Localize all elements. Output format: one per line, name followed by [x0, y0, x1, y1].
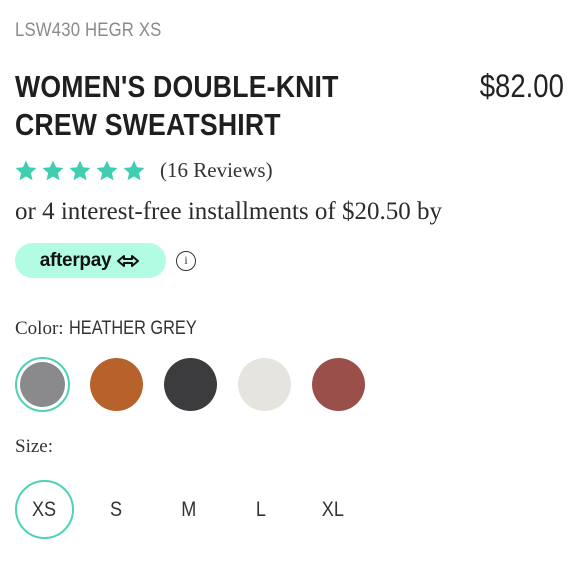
- size-option-m[interactable]: M: [159, 480, 218, 539]
- color-row: Color: HEATHER GREY: [15, 318, 217, 340]
- size-option-label: M: [180, 497, 197, 521]
- swatch-fill: [312, 358, 365, 411]
- rating-row[interactable]: (16 Reviews): [14, 158, 273, 183]
- product-title: WOMEN'S DOUBLE-KNIT CREW SWEATSHIRT: [15, 69, 339, 142]
- swatch-fill: [20, 362, 65, 407]
- star-icon: [96, 160, 118, 180]
- installments-text: or 4 interest-free installments of $20.5…: [15, 198, 442, 225]
- size-option-label: S: [110, 497, 123, 521]
- color-swatch-charcoal[interactable]: [163, 357, 218, 412]
- size-option-xl[interactable]: XL: [303, 480, 362, 539]
- star-icon: [123, 160, 145, 180]
- size-option-label: XS: [32, 497, 57, 521]
- info-icon[interactable]: i: [176, 250, 196, 271]
- color-swatch-rust[interactable]: [89, 357, 144, 412]
- product-price: $82.00: [479, 68, 564, 104]
- afterpay-label: afterpay: [39, 249, 112, 271]
- star-icon: [69, 160, 91, 180]
- product-sku: LSW430 HEGR XS: [15, 20, 162, 41]
- color-swatch-cream[interactable]: [237, 357, 292, 412]
- star-rating: [14, 159, 146, 183]
- size-option-label: XL: [321, 497, 344, 521]
- color-label: Color:: [15, 318, 64, 339]
- size-option-l[interactable]: L: [231, 480, 290, 539]
- star-icon: [42, 160, 64, 180]
- afterpay-row: afterpay i: [15, 243, 196, 278]
- size-option-label: L: [255, 497, 266, 521]
- star-icon: [15, 160, 37, 180]
- swatch-fill: [164, 358, 217, 411]
- swatch-fill: [238, 358, 291, 411]
- swatch-fill: [90, 358, 143, 411]
- color-swatch-heather-grey[interactable]: [15, 357, 70, 412]
- afterpay-badge[interactable]: afterpay: [15, 243, 166, 278]
- color-swatches: [15, 357, 366, 412]
- size-option-s[interactable]: S: [87, 480, 146, 539]
- size-label: Size:: [15, 436, 53, 457]
- afterpay-logo-icon: [117, 254, 140, 267]
- size-option-xs[interactable]: XS: [15, 480, 74, 539]
- size-options: XS S M L XL: [15, 480, 375, 539]
- color-swatch-mauve-brown[interactable]: [311, 357, 366, 412]
- reviews-link[interactable]: (16 Reviews): [160, 158, 273, 183]
- color-selected-value: HEATHER GREY: [68, 318, 197, 339]
